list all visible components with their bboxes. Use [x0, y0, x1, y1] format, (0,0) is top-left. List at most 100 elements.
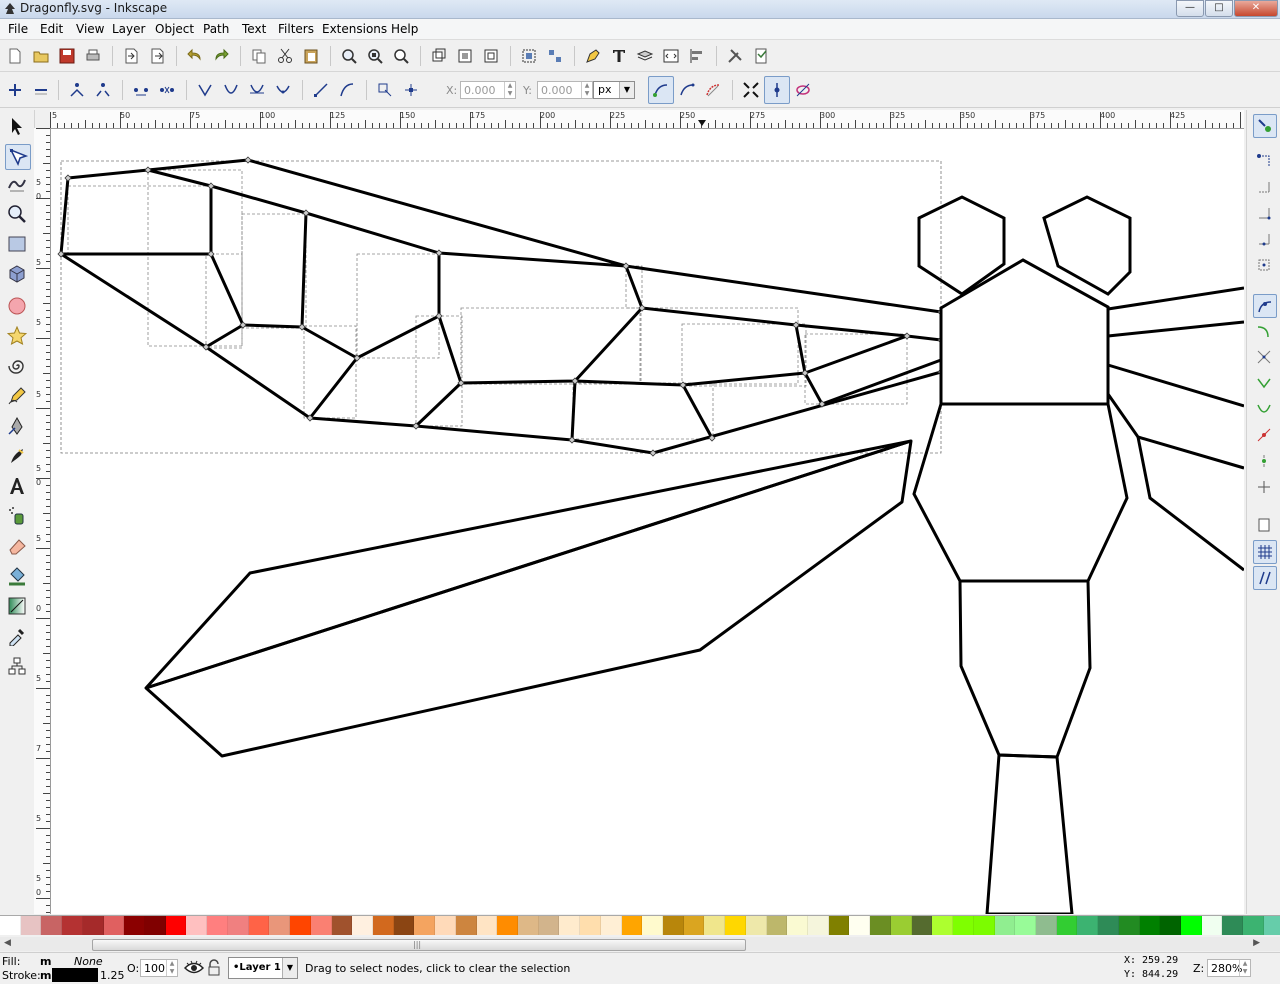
- color-swatch[interactable]: [331, 916, 353, 935]
- make-curve-icon[interactable]: [336, 79, 358, 101]
- stroke-width-value[interactable]: 1.25: [100, 969, 125, 982]
- right-wings[interactable]: [1106, 286, 1244, 572]
- group-icon[interactable]: [518, 45, 540, 67]
- zoom-tool-icon[interactable]: [5, 202, 29, 226]
- color-swatch[interactable]: [352, 916, 373, 935]
- stroke-indicator[interactable]: m: [40, 969, 51, 982]
- transform-nodes-icon[interactable]: [740, 79, 762, 101]
- color-swatch[interactable]: [497, 916, 518, 935]
- delete-segment-icon[interactable]: [156, 79, 178, 101]
- color-swatch[interactable]: [1160, 916, 1181, 935]
- close-button[interactable]: ✕: [1234, 0, 1278, 17]
- color-swatch[interactable]: [310, 916, 332, 935]
- color-swatch[interactable]: [600, 916, 622, 935]
- abdomen-lower[interactable]: [985, 753, 1074, 914]
- menu-edit[interactable]: Edit: [40, 22, 63, 36]
- color-swatch[interactable]: [621, 916, 643, 935]
- color-swatch[interactable]: [165, 916, 187, 935]
- menu-file[interactable]: File: [8, 22, 28, 36]
- dropper-tool-icon[interactable]: [5, 624, 29, 648]
- pen-tool-icon[interactable]: [5, 414, 29, 438]
- color-swatch[interactable]: [994, 916, 1016, 935]
- color-swatch[interactable]: [1015, 916, 1036, 935]
- color-swatch[interactable]: [538, 916, 560, 935]
- color-swatch[interactable]: [1056, 916, 1078, 935]
- save-icon[interactable]: [56, 45, 78, 67]
- zoom-drawing-icon[interactable]: [364, 45, 386, 67]
- path-nodes[interactable]: [57, 156, 945, 457]
- fill-indicator[interactable]: m: [40, 955, 51, 968]
- clone-icon[interactable]: [454, 45, 476, 67]
- color-swatch[interactable]: [248, 916, 270, 935]
- color-swatch[interactable]: [476, 916, 498, 935]
- snap-grid-icon[interactable]: [1253, 540, 1277, 564]
- spray-tool-icon[interactable]: [5, 504, 29, 528]
- color-swatch[interactable]: [41, 916, 63, 935]
- color-swatch[interactable]: [849, 916, 871, 935]
- color-swatch[interactable]: [414, 916, 436, 935]
- x-coordinate-input[interactable]: 0.000 ▲ ▼: [460, 81, 516, 99]
- lower-wing[interactable]: [144, 439, 913, 758]
- snap-bbox-center-icon[interactable]: [1253, 254, 1275, 276]
- color-swatch[interactable]: [62, 916, 83, 935]
- tweak-tool-icon[interactable]: [5, 172, 29, 196]
- y-coordinate-input[interactable]: 0.000 ▲ ▼: [537, 81, 593, 99]
- ellipse-tool-icon[interactable]: [5, 294, 29, 318]
- snap-rotation-center-icon[interactable]: [1253, 476, 1275, 498]
- menu-object[interactable]: Object: [155, 22, 194, 36]
- menu-text[interactable]: Text: [242, 22, 266, 36]
- menu-layer[interactable]: Layer: [112, 22, 145, 36]
- upper-wing[interactable]: [59, 158, 943, 455]
- color-swatch[interactable]: [745, 916, 767, 935]
- connector-tool-icon[interactable]: [5, 654, 29, 678]
- fill-stroke-icon[interactable]: [582, 45, 604, 67]
- color-swatch[interactable]: [372, 916, 394, 935]
- color-swatch[interactable]: [1201, 916, 1223, 935]
- color-swatch[interactable]: [808, 916, 829, 935]
- align-distribute-icon[interactable]: [686, 45, 708, 67]
- color-swatch[interactable]: [290, 916, 311, 935]
- copy-icon[interactable]: [248, 45, 270, 67]
- paint-bucket-tool-icon[interactable]: [5, 564, 29, 588]
- calligraphy-tool-icon[interactable]: [5, 444, 29, 468]
- color-swatch[interactable]: [0, 916, 21, 935]
- auto-smooth-node-icon[interactable]: [272, 79, 294, 101]
- fill-none-value[interactable]: None: [74, 955, 103, 968]
- color-swatch[interactable]: [1035, 916, 1057, 935]
- cusp-node-icon[interactable]: [194, 79, 216, 101]
- snap-bbox-icon[interactable]: [1253, 150, 1275, 172]
- menu-path[interactable]: Path: [203, 22, 229, 36]
- duplicate-icon[interactable]: [428, 45, 450, 67]
- make-line-icon[interactable]: [310, 79, 332, 101]
- color-swatch[interactable]: [393, 916, 415, 935]
- color-swatch[interactable]: [663, 916, 684, 935]
- snap-enable-icon[interactable]: [1253, 114, 1277, 138]
- layer-visibility-eye-icon[interactable]: [183, 959, 205, 977]
- join-segment-icon[interactable]: [130, 79, 152, 101]
- current-layer-select[interactable]: •Layer 1 ▼: [228, 957, 298, 979]
- show-bezier-handles-icon[interactable]: [676, 79, 698, 101]
- color-swatch[interactable]: [580, 916, 601, 935]
- maximize-button[interactable]: □: [1205, 0, 1233, 17]
- color-swatch[interactable]: [269, 916, 291, 935]
- preferences-icon[interactable]: [724, 45, 746, 67]
- dragonfly-drawing[interactable]: [51, 129, 1244, 914]
- opacity-input[interactable]: 100 ▲ ▼: [140, 959, 178, 977]
- edit-mask-icon[interactable]: [792, 79, 814, 101]
- gradient-tool-icon[interactable]: [5, 594, 29, 618]
- ungroup-icon[interactable]: [544, 45, 566, 67]
- color-swatch[interactable]: [517, 916, 539, 935]
- color-swatch[interactable]: [227, 916, 249, 935]
- minimize-button[interactable]: —: [1176, 0, 1204, 17]
- color-swatch[interactable]: [1243, 916, 1264, 935]
- color-swatch[interactable]: [725, 916, 746, 935]
- menu-extensions[interactable]: Extensions: [322, 22, 387, 36]
- color-swatch[interactable]: [973, 916, 995, 935]
- export-icon[interactable]: [146, 45, 168, 67]
- paste-icon[interactable]: [300, 45, 322, 67]
- snap-midpoints-icon[interactable]: [1253, 424, 1275, 446]
- stroke-to-path-icon[interactable]: [400, 79, 422, 101]
- snap-bbox-corner-icon[interactable]: [1253, 202, 1275, 224]
- unlink-clone-icon[interactable]: [480, 45, 502, 67]
- color-swatch[interactable]: [1222, 916, 1244, 935]
